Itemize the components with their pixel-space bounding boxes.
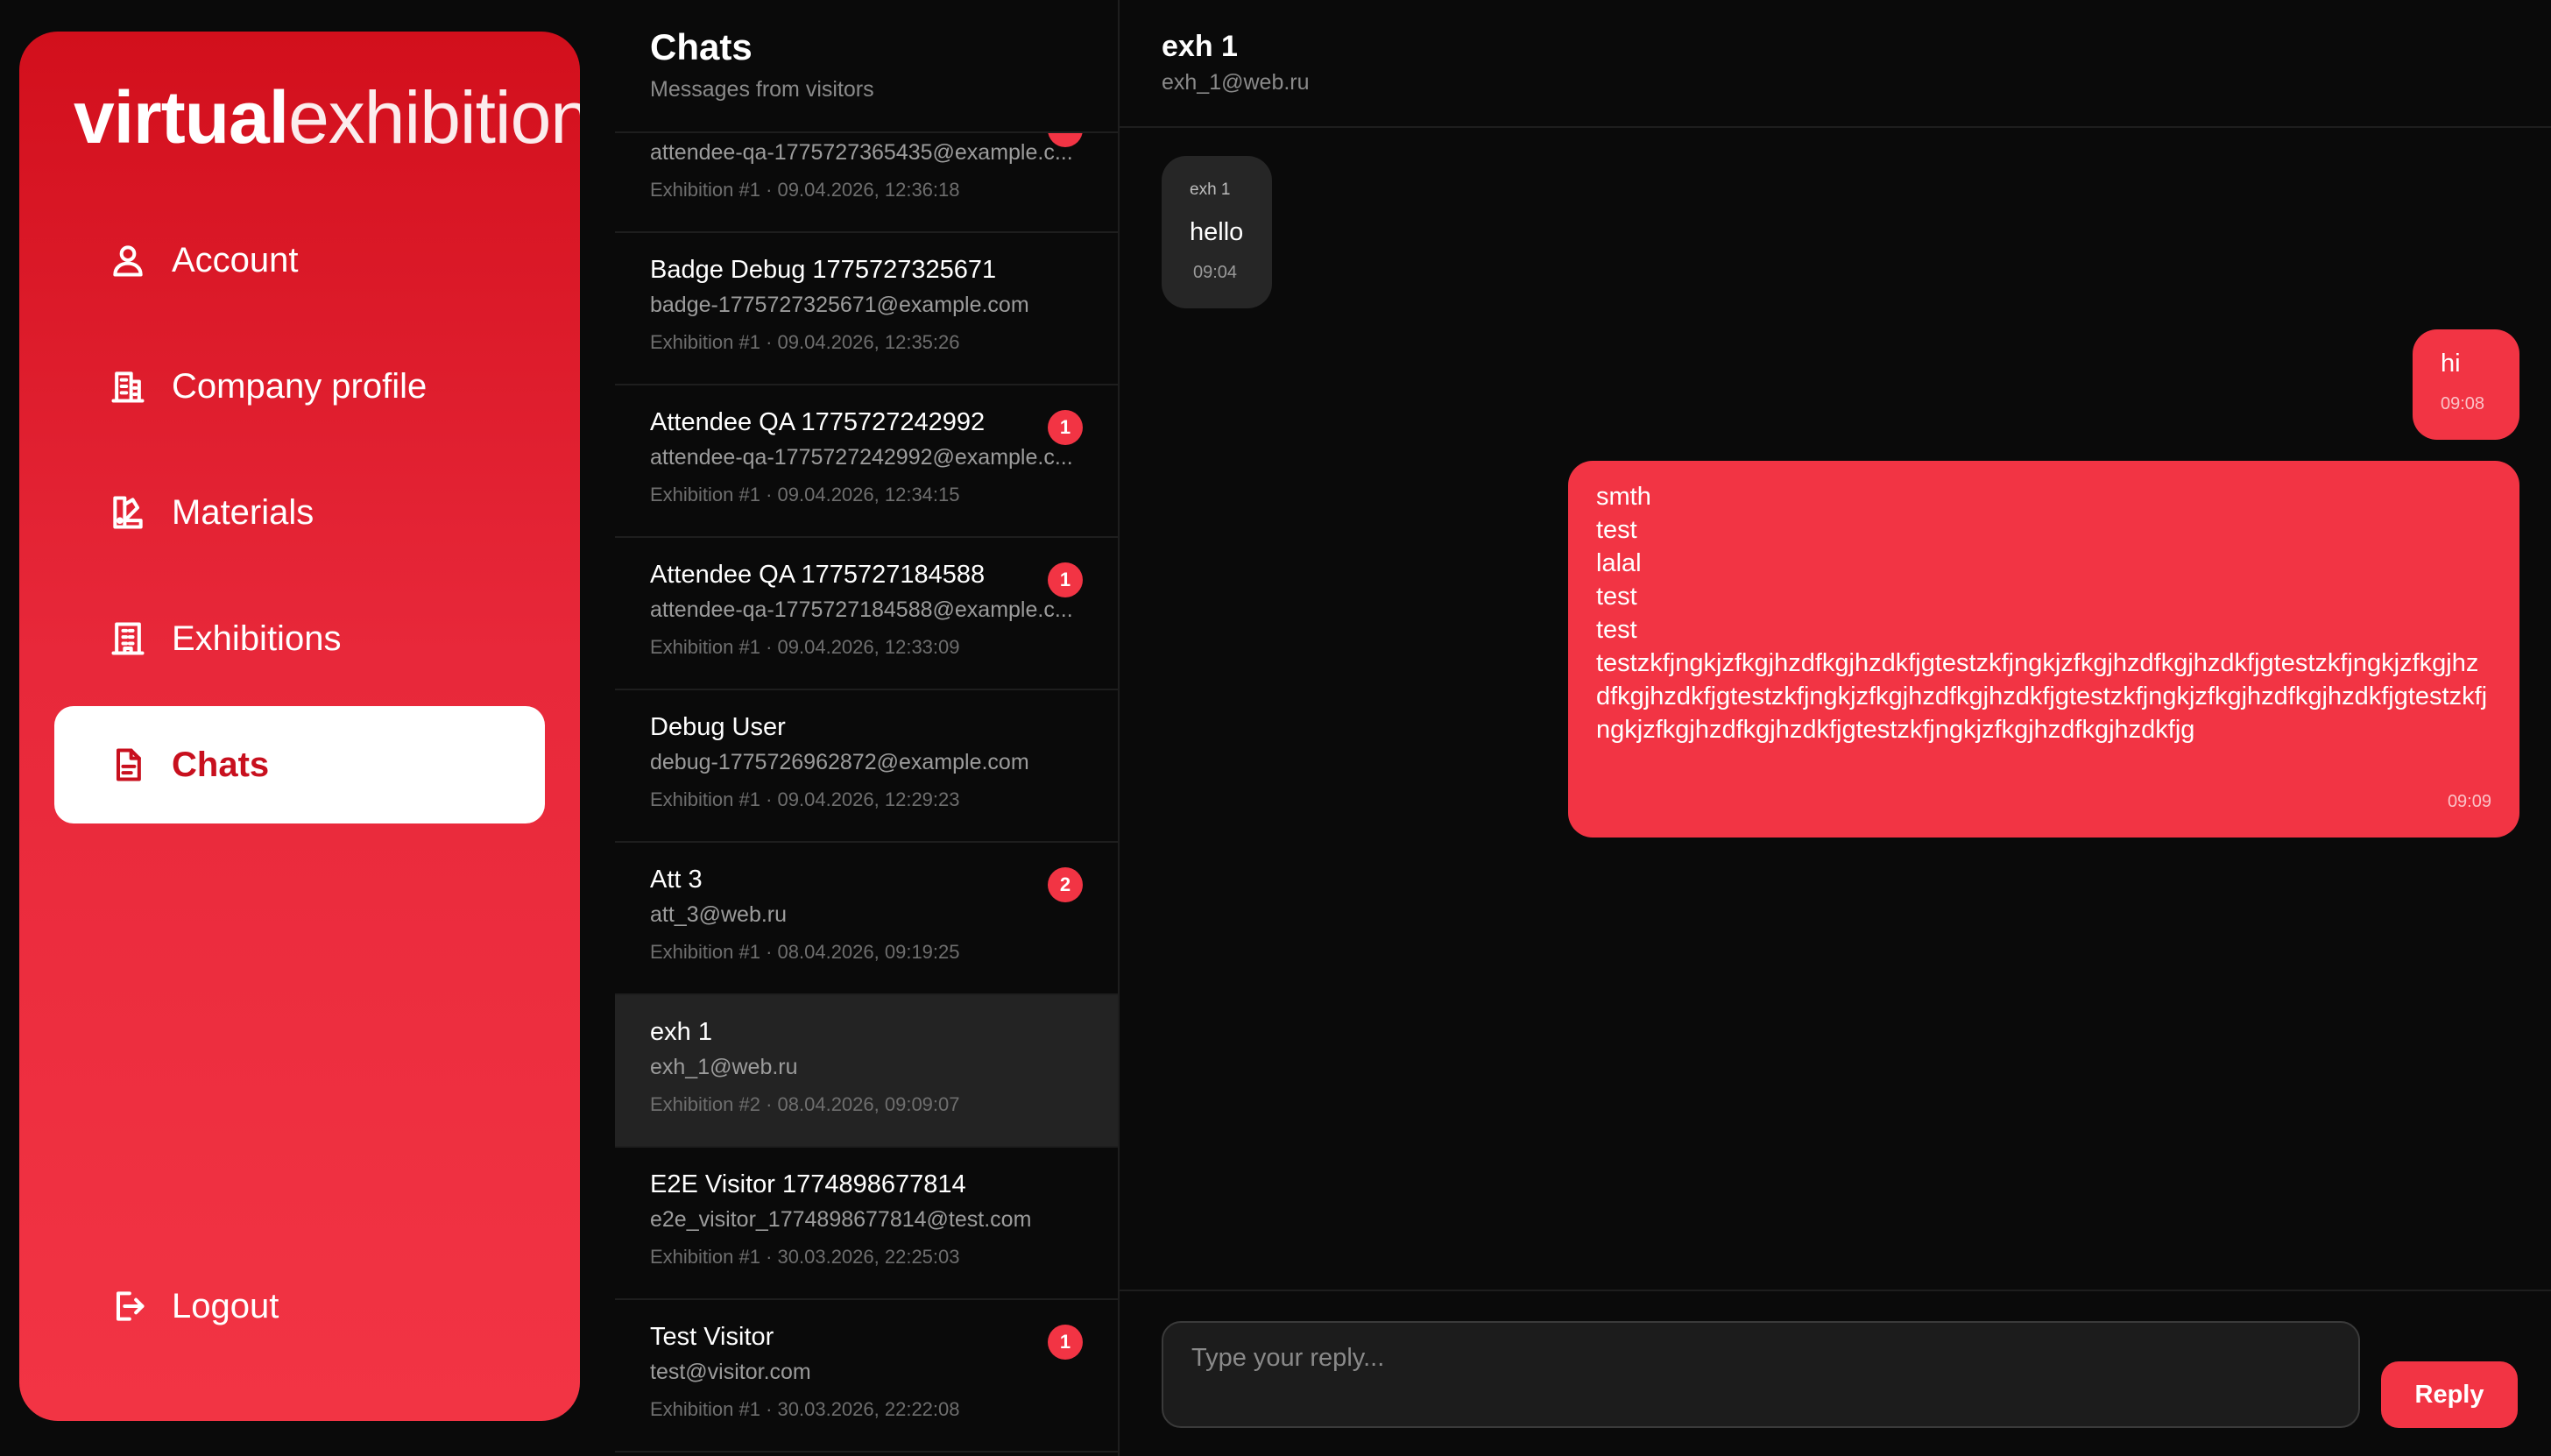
chat-list-title: Chats xyxy=(650,26,753,67)
message-outgoing: smth test lalal test test testzkfjngkjzf… xyxy=(1568,461,2519,838)
chat-item-email: debug-1775726962872@example.com xyxy=(650,750,1029,774)
message-time: 09:08 xyxy=(2441,394,2485,413)
message-outgoing: hi 09:08 xyxy=(2413,329,2519,440)
sidebar-item-label: Company profile xyxy=(172,366,428,406)
logo-text-bold: virtual xyxy=(74,76,289,159)
logo-text-light: exhibitions xyxy=(288,76,580,159)
unread-badge: 1 xyxy=(1048,410,1083,445)
logout-icon xyxy=(109,1287,147,1325)
chat-list[interactable]: attendee-qa-1775727365435@example.c... E… xyxy=(615,81,1118,1452)
building-icon xyxy=(109,367,147,406)
chat-item-name: Attendee QA 1775727242992 xyxy=(650,408,986,436)
chat-list-item[interactable]: Test Visitor 1 test@visitor.com Exhibiti… xyxy=(615,1300,1118,1452)
logout-button[interactable]: Logout xyxy=(54,1247,545,1365)
chat-item-email: e2e_visitor_1774898677814@test.com xyxy=(650,1207,1032,1232)
reply-input[interactable] xyxy=(1162,1321,2360,1428)
chat-item-meta: Exhibition #1 · 09.04.2026, 12:33:09 xyxy=(650,636,960,658)
message-time: 09:04 xyxy=(1193,263,1238,282)
chat-item-name: exh 1 xyxy=(650,1018,712,1046)
conversation-header: exh 1 exh_1@web.ru xyxy=(1120,0,2551,128)
message-time: 09:09 xyxy=(2447,792,2491,811)
office-building-icon xyxy=(109,619,147,658)
unread-badge: 1 xyxy=(1048,562,1083,597)
unread-badge: 2 xyxy=(1048,867,1083,902)
reply-composer: Reply xyxy=(1120,1290,2551,1456)
chat-item-name: Attendee QA 1775727184588 xyxy=(650,561,986,589)
sidebar-item-materials[interactable]: Materials xyxy=(54,454,545,571)
chat-item-email: attendee-qa-1775727184588@example.c... xyxy=(650,597,1073,622)
chat-list-item-selected[interactable]: exh 1 exh_1@web.ru Exhibition #2 · 08.04… xyxy=(615,995,1118,1148)
sidebar-item-exhibitions[interactable]: Exhibitions xyxy=(54,580,545,697)
chat-item-email: exh_1@web.ru xyxy=(650,1055,798,1079)
sidebar-item-label: Account xyxy=(172,240,299,279)
chat-list-item[interactable]: Debug User debug-1775726962872@example.c… xyxy=(615,690,1118,843)
conversation-contact-name: exh 1 xyxy=(1162,30,1238,63)
chat-item-name: Badge Debug 1775727325671 xyxy=(650,256,997,284)
sidebar-item-label: Chats xyxy=(172,745,270,784)
message-text: hello xyxy=(1190,218,1244,246)
chat-item-email: att_3@web.ru xyxy=(650,902,788,927)
unread-badge: 1 xyxy=(1048,1325,1083,1360)
chat-item-meta: Exhibition #1 · 09.04.2026, 12:34:15 xyxy=(650,484,960,505)
sidebar: virtualexhibitions Account Company profi… xyxy=(19,32,580,1421)
chat-list-panel: attendee-qa-1775727365435@example.c... E… xyxy=(615,0,1118,1456)
swatch-icon xyxy=(109,493,147,532)
chat-item-email: attendee-qa-1775727365435@example.c... xyxy=(650,140,1073,165)
chat-list-header: Chats Messages from visitors xyxy=(615,0,1118,133)
chat-item-name: Debug User xyxy=(650,713,786,741)
sidebar-item-chats[interactable]: Chats xyxy=(54,706,545,823)
message-text: hi xyxy=(2441,350,2461,378)
chat-item-meta: Exhibition #1 · 09.04.2026, 12:36:18 xyxy=(650,179,960,201)
user-icon xyxy=(109,241,147,279)
chat-item-meta: Exhibition #1 · 08.04.2026, 09:19:25 xyxy=(650,941,960,963)
reply-button[interactable]: Reply xyxy=(2381,1361,2518,1428)
message-sender: exh 1 xyxy=(1190,180,1231,199)
chat-list-item[interactable]: Att 3 2 att_3@web.ru Exhibition #1 · 08.… xyxy=(615,843,1118,995)
chat-item-meta: Exhibition #2 · 08.04.2026, 09:09:07 xyxy=(650,1093,960,1115)
logout-label: Logout xyxy=(172,1286,279,1325)
sidebar-item-account[interactable]: Account xyxy=(54,201,545,319)
chat-item-meta: Exhibition #1 · 30.03.2026, 22:22:08 xyxy=(650,1398,960,1420)
chat-item-name: Test Visitor xyxy=(650,1323,774,1351)
chat-list-subtitle: Messages from visitors xyxy=(650,77,874,102)
message-incoming: exh 1 hello 09:04 xyxy=(1162,156,1272,308)
chat-item-email: test@visitor.com xyxy=(650,1360,811,1384)
app-logo[interactable]: virtualexhibitions xyxy=(74,81,580,154)
sidebar-item-label: Exhibitions xyxy=(172,618,342,658)
message-text: smth test lalal test test testzkfjngkjzf… xyxy=(1596,483,2488,744)
chat-list-item[interactable]: Attendee QA 1775727242992 1 attendee-qa-… xyxy=(615,385,1118,538)
sidebar-item-label: Materials xyxy=(172,492,314,532)
chat-list-item[interactable]: E2E Visitor 1774898677814 e2e_visitor_17… xyxy=(615,1148,1118,1300)
chat-item-meta: Exhibition #1 · 09.04.2026, 12:29:23 xyxy=(650,788,960,810)
sidebar-item-company-profile[interactable]: Company profile xyxy=(54,328,545,445)
chat-item-name: Att 3 xyxy=(650,866,703,894)
conversation-panel: exh 1 exh_1@web.ru exh 1 hello 09:04 hi … xyxy=(1120,0,2551,1456)
document-icon xyxy=(109,746,147,784)
chat-list-item[interactable]: Attendee QA 1775727184588 1 attendee-qa-… xyxy=(615,538,1118,690)
chat-item-meta: Exhibition #1 · 30.03.2026, 22:25:03 xyxy=(650,1246,960,1268)
chat-item-email: badge-1775727325671@example.com xyxy=(650,293,1029,317)
conversation-contact-email: exh_1@web.ru xyxy=(1162,70,1310,95)
chat-item-email: attendee-qa-1775727242992@example.c... xyxy=(650,445,1073,470)
chat-list-item[interactable]: Badge Debug 1775727325671 badge-17757273… xyxy=(615,233,1118,385)
chat-item-name: E2E Visitor 1774898677814 xyxy=(650,1170,966,1198)
chat-item-meta: Exhibition #1 · 09.04.2026, 12:35:26 xyxy=(650,331,960,353)
